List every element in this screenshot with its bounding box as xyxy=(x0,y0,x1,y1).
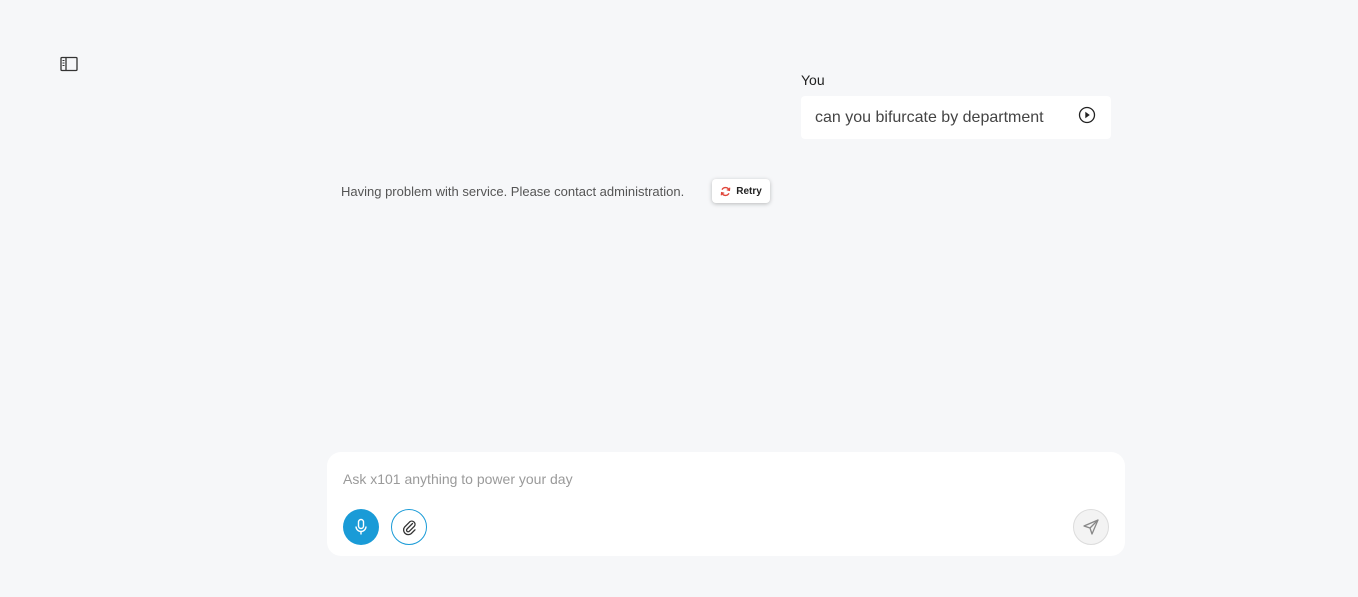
message-author: You xyxy=(801,72,825,88)
message-input[interactable] xyxy=(343,468,1083,490)
user-message: You can you bifurcate by department xyxy=(801,72,1111,139)
play-message-button[interactable] xyxy=(1077,105,1097,125)
user-message-bubble: can you bifurcate by department xyxy=(801,96,1111,139)
paperclip-icon xyxy=(402,520,416,536)
user-message-text: can you bifurcate by department xyxy=(815,108,1044,126)
bot-message-text: Having problem with service. Please cont… xyxy=(341,183,685,199)
microphone-button[interactable] xyxy=(343,509,379,545)
attach-button[interactable] xyxy=(391,509,427,545)
refresh-icon xyxy=(720,186,731,196)
chat-app: You can you bifurcate by department Havi… xyxy=(0,0,1358,597)
composer xyxy=(327,452,1125,556)
send-icon xyxy=(1083,519,1099,535)
retry-button[interactable]: Retry xyxy=(712,179,770,203)
microphone-icon xyxy=(355,518,367,535)
play-circle-icon xyxy=(1078,106,1096,123)
sidebar-panel-icon xyxy=(60,56,78,72)
sidebar-toggle-button[interactable] xyxy=(58,54,80,74)
retry-label: Retry xyxy=(736,185,762,197)
send-button[interactable] xyxy=(1073,509,1109,545)
bot-message: Having problem with service. Please cont… xyxy=(341,179,770,203)
